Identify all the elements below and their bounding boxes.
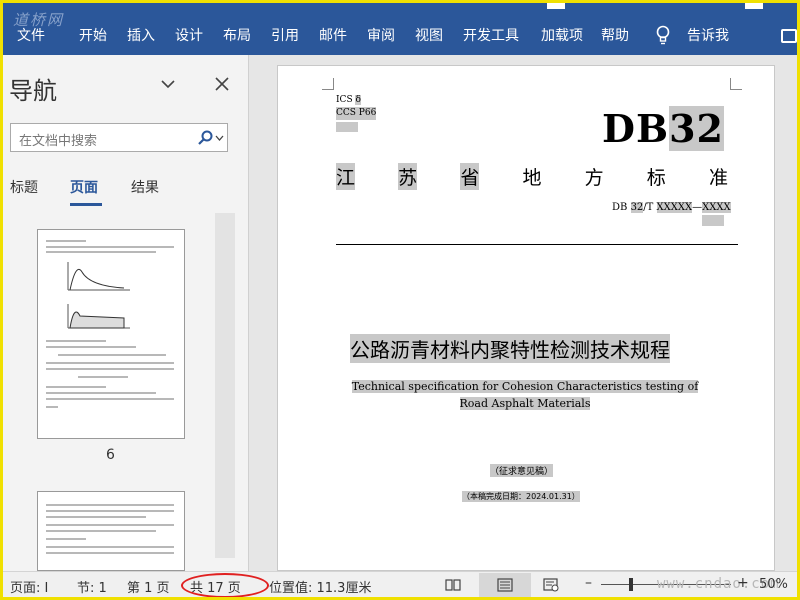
tab-results[interactable]: 结果 [131,177,159,197]
ics-label: ICS [336,95,353,105]
status-bar: 页面: I 节: 1 第 1 页 共 17 页 位置值: 11.3厘米 – ww… [3,571,797,597]
tab-references[interactable]: 引用 [271,25,299,45]
chevron-down-icon[interactable] [215,134,224,143]
page-thumbnail-list: 6 [3,213,235,571]
heading-char: 江 [336,163,356,190]
page-thumbnail[interactable] [37,491,185,571]
print-layout-icon [497,578,513,592]
std-prefix: DB [612,202,628,213]
tab-help[interactable]: 帮助 [601,25,629,45]
thumbnail-graph [67,304,130,329]
print-layout-button[interactable] [479,573,531,597]
standard-number: DB 32/T XXXXX—XXXX [612,202,731,226]
tab-file[interactable]: 文件 [17,25,45,45]
ics-number: δ [355,95,361,105]
ccs-label: CCS P66 [336,107,377,120]
ics-ccs-block: ICS δ CCS P66 [336,94,377,132]
horizontal-rule [336,244,738,245]
word-window: 道桥网 文件 开始 插入 设计 布局 引用 邮件 审阅 视图 开发工具 加载项 … [3,3,797,597]
search-input[interactable]: 在文档中搜索 [10,123,228,152]
tab-layout[interactable]: 布局 [223,25,251,45]
tab-insert[interactable]: 插入 [127,25,155,45]
page-thumbnail[interactable] [37,229,185,439]
read-mode-icon[interactable] [445,578,461,592]
standard-code: DB32 [602,106,724,151]
zoom-in-button[interactable]: + [737,575,749,591]
tab-design[interactable]: 设计 [175,25,203,45]
status-page-number[interactable]: 第 1 页 [127,577,170,596]
document-page[interactable]: ICS δ CCS P66 DB32 江 苏 省 地 方 标 准 DB 32/T… [277,65,775,571]
tab-headings[interactable]: 标题 [10,177,38,197]
nav-title: 导航 [9,77,57,105]
chevron-down-icon[interactable] [161,77,175,91]
completion-date: （本稿完成日期：2024.01.31） [462,491,580,502]
std-year: XXXX [702,202,731,213]
document-title-en: Technical specification for Cohesion Cha… [340,378,710,412]
zoom-out-button[interactable]: – [585,575,592,591]
heading-char: 苏 [398,163,418,190]
status-page[interactable]: 页面: I [10,577,48,596]
web-layout-icon[interactable] [543,578,559,592]
tab-pages[interactable]: 页面 [70,177,98,197]
close-icon[interactable] [215,77,229,91]
tab-addins[interactable]: 加载项 [541,25,583,45]
navigation-pane: 导航 在文档中搜索 标题 页面 结果 6 [3,55,249,571]
draft-note: （征求意见稿） [490,464,554,477]
std-suffix: /T [643,202,654,213]
active-tab-indicator [70,203,102,206]
title-en-text: Technical specification for Cohesion Cha… [351,380,699,410]
comment-icon[interactable] [781,29,797,43]
crop-mark [730,78,742,90]
zoom-level[interactable]: 50% [759,577,788,592]
heading-char: 标 [646,167,666,189]
highlight-block [336,122,358,132]
std-serial: XXXXX [656,202,693,213]
ribbon-decoration [547,3,565,9]
tell-me-button[interactable]: 告诉我 [687,25,729,45]
tab-home[interactable]: 开始 [79,25,107,45]
thumbnail-graph [67,262,130,291]
tab-view[interactable]: 视图 [415,25,443,45]
std-number: 32 [630,202,644,213]
search-placeholder: 在文档中搜索 [19,134,98,149]
ribbon-decoration [745,3,763,9]
heading-char: 方 [584,167,604,189]
status-section[interactable]: 节: 1 [77,577,107,596]
annotation-circle [181,573,269,597]
zoom-slider-handle[interactable] [629,578,633,591]
status-position[interactable]: 位置值: 11.3厘米 [269,577,371,596]
db-code: DB [602,106,670,151]
ribbon: 道桥网 文件 开始 插入 设计 布局 引用 邮件 审阅 视图 开发工具 加载项 … [3,3,797,55]
tab-review[interactable]: 审阅 [367,25,395,45]
tab-developer[interactable]: 开发工具 [463,25,519,45]
heading-char: 省 [460,163,480,190]
page-number-label: 6 [106,447,115,463]
db-number: 32 [669,106,724,151]
search-icon[interactable] [197,130,213,146]
document-title-cn: 公路沥青材料内聚特性检测技术规程 [350,334,670,363]
crop-mark [322,78,334,90]
std-dash: — [692,202,703,213]
highlight-block [702,215,724,226]
lightbulb-icon[interactable] [655,25,671,45]
tab-mailings[interactable]: 邮件 [319,25,347,45]
nav-scrollbar[interactable] [215,213,235,558]
heading-char: 准 [708,167,728,189]
province-standard-heading: 江 苏 省 地 方 标 准 [336,163,728,190]
heading-char: 地 [522,167,542,189]
